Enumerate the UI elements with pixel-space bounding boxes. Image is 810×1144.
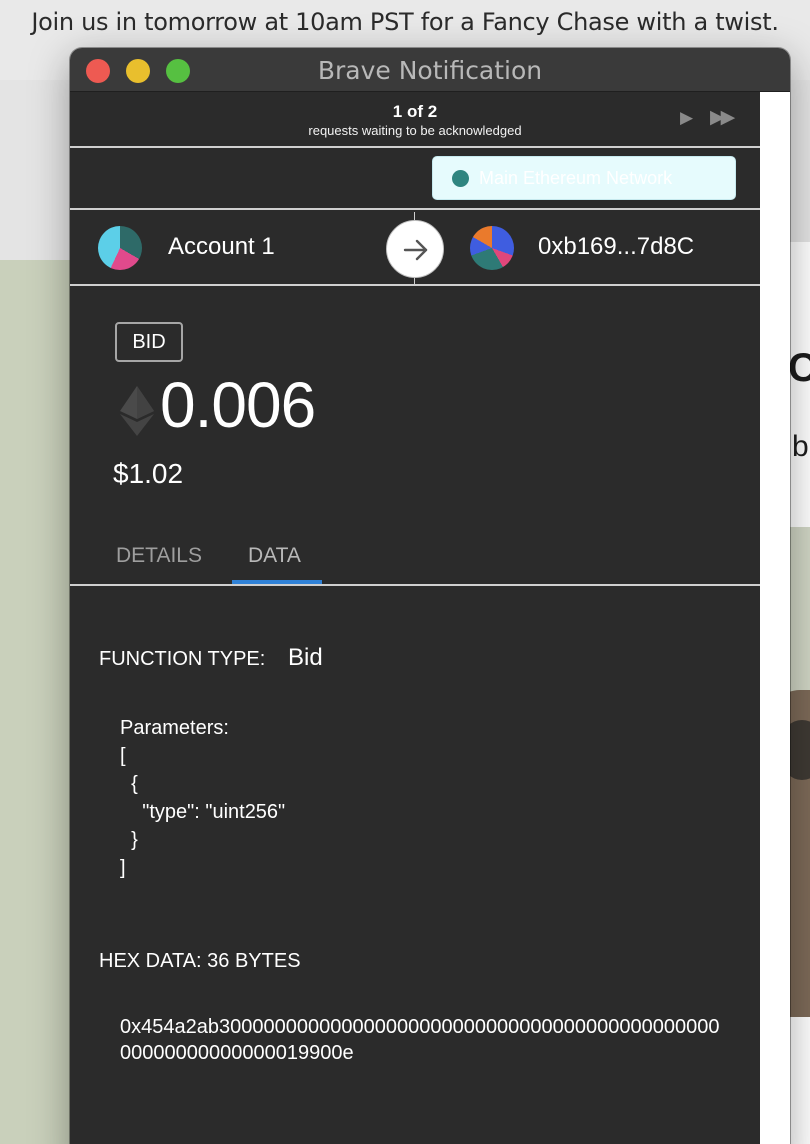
function-type-value: Bid (288, 644, 323, 671)
background-partial-text: b (792, 430, 809, 463)
arrow-right-icon (386, 220, 444, 278)
network-bar: Main Ethereum Network (70, 150, 760, 210)
last-request-icon[interactable]: ▶▶ (710, 106, 735, 129)
function-type-label: FUNCTION TYPE: (99, 648, 266, 670)
method-badge: BID (115, 322, 183, 362)
parameters-block: Parameters: [ { "type": "uint256" } ] (120, 717, 286, 879)
sender-account-name[interactable]: Account 1 (168, 233, 275, 261)
sender-avatar (98, 226, 142, 270)
hex-data-value: 0x454a2ab3000000000000000000000000000000… (120, 1016, 720, 1064)
queue-count: 1 of 2 (392, 102, 438, 121)
confirm-transaction-panel: 1 of 2 requests waiting to be acknowledg… (70, 92, 760, 1144)
request-queue-bar: 1 of 2 requests waiting to be acknowledg… (70, 92, 760, 148)
hex-data-label: HEX DATA: 36 BYTES (99, 950, 301, 972)
active-tab-indicator (232, 580, 322, 584)
banner-text: Join us in tomorrow at 10am PST for a Fa… (31, 8, 779, 36)
tab-details[interactable]: DETAILS (116, 544, 202, 568)
window-side-strip (760, 92, 790, 1144)
tab-data[interactable]: DATA (248, 544, 301, 568)
network-name: Main Ethereum Network (479, 168, 673, 188)
next-request-icon[interactable]: ▶ (680, 108, 693, 128)
data-tab-panel: FUNCTION TYPE: Bid Parameters: [ { "type… (70, 588, 760, 1144)
background-partial-text: C (788, 346, 810, 390)
recipient-avatar (470, 226, 514, 270)
background-page-left (0, 260, 74, 1144)
title-bar[interactable]: Brave Notification (70, 48, 790, 92)
recipient-address[interactable]: 0xb169...7d8C (538, 233, 694, 261)
transaction-amount: 0.006 (160, 369, 316, 441)
window-title: Brave Notification (317, 56, 543, 85)
sender-recipient-bar: Account 1 0xb169...7d8C (70, 212, 760, 286)
ethereum-icon (120, 386, 154, 441)
queue-subtitle: requests waiting to be acknowledged (308, 123, 522, 138)
fiat-amount: $1.02 (113, 458, 184, 489)
notification-window: Brave Notification 1 of 2 requests waiti… (70, 48, 790, 1144)
network-selector[interactable]: Main Ethereum Network (432, 156, 736, 200)
network-status-dot (452, 170, 469, 187)
transaction-tabs: DETAILS DATA (70, 530, 760, 586)
